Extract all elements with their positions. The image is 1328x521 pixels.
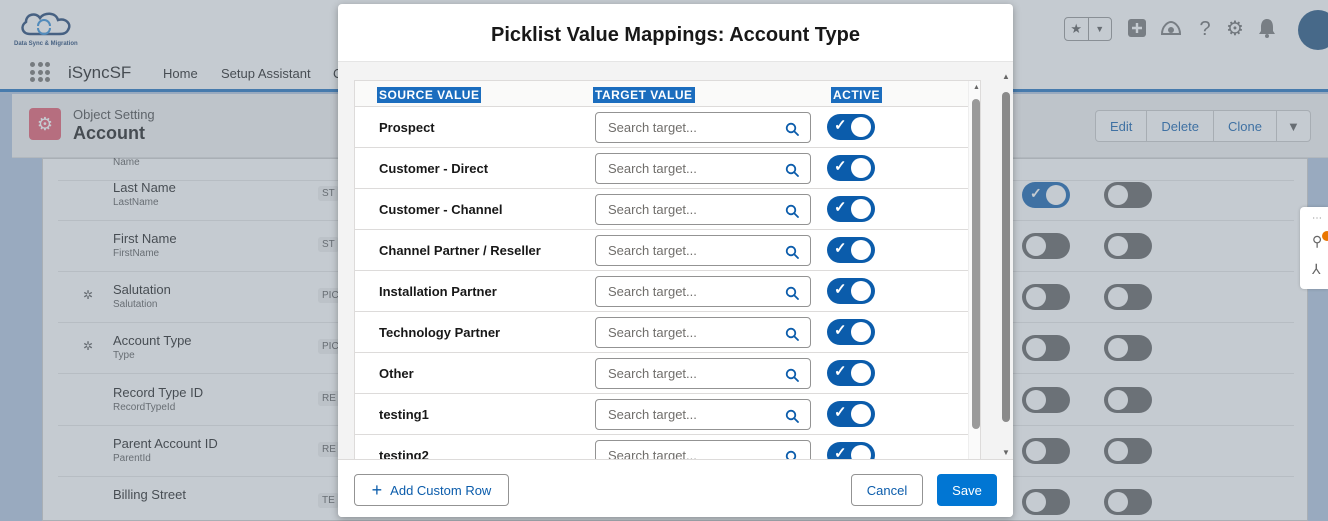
toggle-knob xyxy=(851,117,871,137)
active-toggle[interactable]: ✓ xyxy=(827,196,875,222)
modal-scrollbar-thumb[interactable] xyxy=(1002,92,1010,422)
check-icon: ✓ xyxy=(834,363,847,380)
toggle-knob xyxy=(851,240,871,260)
check-icon: ✓ xyxy=(834,322,847,339)
search-icon[interactable] xyxy=(785,409,799,423)
target-search-field[interactable] xyxy=(595,358,811,389)
search-icon[interactable] xyxy=(785,204,799,218)
add-custom-row-button[interactable]: + Add Custom Row xyxy=(354,474,509,506)
check-icon: ✓ xyxy=(834,158,847,175)
toggle-knob xyxy=(851,404,871,424)
target-search-field[interactable] xyxy=(595,399,811,430)
check-icon: ✓ xyxy=(834,445,847,459)
table-row: testing1 ✓ xyxy=(355,394,968,435)
target-search-input[interactable] xyxy=(596,195,781,224)
column-header-target: TARGET VALUE xyxy=(593,87,695,103)
search-icon[interactable] xyxy=(785,286,799,300)
active-toggle[interactable]: ✓ xyxy=(827,360,875,386)
table-row: Prospect ✓ xyxy=(355,107,968,148)
table-scrollbar-thumb[interactable] xyxy=(972,99,980,429)
plus-icon: + xyxy=(371,480,383,500)
table-row: Customer - Channel ✓ xyxy=(355,189,968,230)
search-icon[interactable] xyxy=(785,122,799,136)
mapping-table: SOURCE VALUE TARGET VALUE ACTIVE Prospec… xyxy=(354,80,981,459)
source-value: testing2 xyxy=(379,448,429,459)
picklist-mapping-modal: Picklist Value Mappings: Account Type SO… xyxy=(338,4,1013,517)
toggle-knob xyxy=(851,199,871,219)
connections-icon[interactable]: ⅄ xyxy=(1312,261,1321,278)
notification-badge xyxy=(1322,231,1328,241)
check-icon: ✓ xyxy=(834,117,847,134)
save-button[interactable]: Save xyxy=(937,474,997,506)
target-search-input[interactable] xyxy=(596,154,781,183)
modal-header: Picklist Value Mappings: Account Type xyxy=(338,4,1013,62)
search-notifications-icon[interactable]: ⚲ xyxy=(1312,233,1322,250)
source-value: Customer - Direct xyxy=(379,161,489,176)
scroll-up-icon[interactable]: ▲ xyxy=(1002,72,1010,81)
search-icon[interactable] xyxy=(785,245,799,259)
scroll-up-icon[interactable]: ▲ xyxy=(973,84,980,91)
target-search-field[interactable] xyxy=(595,194,811,225)
check-icon: ✓ xyxy=(834,199,847,216)
toggle-knob xyxy=(851,322,871,342)
target-search-field[interactable] xyxy=(595,153,811,184)
target-search-field[interactable] xyxy=(595,112,811,143)
source-value: testing1 xyxy=(379,407,429,422)
table-row: Channel Partner / Reseller ✓ xyxy=(355,230,968,271)
table-row: Other ✓ xyxy=(355,353,968,394)
table-row: Customer - Direct ✓ xyxy=(355,148,968,189)
source-value: Customer - Channel xyxy=(379,202,503,217)
active-toggle[interactable]: ✓ xyxy=(827,155,875,181)
add-custom-row-label: Add Custom Row xyxy=(390,482,492,498)
target-search-input[interactable] xyxy=(596,113,781,142)
check-icon: ✓ xyxy=(834,404,847,421)
table-row: testing2 ✓ xyxy=(355,435,968,459)
scroll-down-icon[interactable]: ▼ xyxy=(1002,448,1010,457)
source-value: Prospect xyxy=(379,120,435,135)
source-value: Technology Partner xyxy=(379,325,501,340)
table-header: SOURCE VALUE TARGET VALUE ACTIVE xyxy=(355,81,980,107)
target-search-input[interactable] xyxy=(596,277,781,306)
active-toggle[interactable]: ✓ xyxy=(827,114,875,140)
modal-body: SOURCE VALUE TARGET VALUE ACTIVE Prospec… xyxy=(338,62,1013,459)
target-search-input[interactable] xyxy=(596,318,781,347)
target-search-field[interactable] xyxy=(595,276,811,307)
source-value: Installation Partner xyxy=(379,284,497,299)
search-icon[interactable] xyxy=(785,368,799,382)
drag-handle-icon[interactable]: ⋯ xyxy=(1312,213,1323,224)
check-icon: ✓ xyxy=(834,240,847,257)
cancel-button[interactable]: Cancel xyxy=(851,474,923,506)
target-search-input[interactable] xyxy=(596,359,781,388)
target-search-field[interactable] xyxy=(595,440,811,459)
modal-title: Picklist Value Mappings: Account Type xyxy=(491,24,860,46)
target-search-field[interactable] xyxy=(595,235,811,266)
active-toggle[interactable]: ✓ xyxy=(827,319,875,345)
search-icon[interactable] xyxy=(785,327,799,341)
check-icon: ✓ xyxy=(834,281,847,298)
table-scrollbar[interactable]: ▲ xyxy=(968,81,980,459)
modal-scrollbar[interactable]: ▲ ▼ xyxy=(1002,72,1010,457)
source-value: Channel Partner / Reseller xyxy=(379,243,541,258)
utility-bar: ⋯ ⚲ ⅄ xyxy=(1300,207,1328,289)
toggle-knob xyxy=(851,445,871,459)
modal-footer: + Add Custom Row Cancel Save xyxy=(338,459,1013,517)
source-value: Other xyxy=(379,366,414,381)
active-toggle[interactable]: ✓ xyxy=(827,442,875,459)
target-search-input[interactable] xyxy=(596,236,781,265)
toggle-knob xyxy=(851,158,871,178)
target-search-input[interactable] xyxy=(596,441,781,459)
toggle-knob xyxy=(851,281,871,301)
column-header-active: ACTIVE xyxy=(831,87,883,103)
active-toggle[interactable]: ✓ xyxy=(827,237,875,263)
search-icon[interactable] xyxy=(785,163,799,177)
active-toggle[interactable]: ✓ xyxy=(827,401,875,427)
target-search-field[interactable] xyxy=(595,317,811,348)
table-row: Technology Partner ✓ xyxy=(355,312,968,353)
active-toggle[interactable]: ✓ xyxy=(827,278,875,304)
toggle-knob xyxy=(851,363,871,383)
column-header-source: SOURCE VALUE xyxy=(377,87,482,103)
target-search-input[interactable] xyxy=(596,400,781,429)
table-row: Installation Partner ✓ xyxy=(355,271,968,312)
search-icon[interactable] xyxy=(785,450,799,459)
